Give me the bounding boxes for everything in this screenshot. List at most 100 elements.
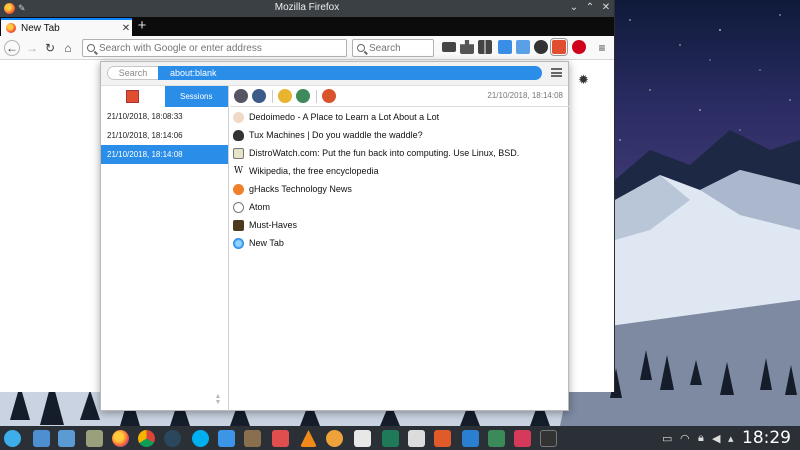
sidebar-addon-icon[interactable]	[498, 40, 512, 54]
back-icon[interactable]: ←	[4, 40, 20, 56]
system-monitor-icon[interactable]	[462, 430, 479, 447]
book-icon[interactable]	[382, 430, 399, 447]
vlc-icon[interactable]	[300, 430, 317, 447]
show-desktop-icon[interactable]: ▭	[662, 432, 672, 445]
url-bar[interactable]	[82, 39, 347, 57]
tab-new-tab[interactable]: New Tab ✕	[1, 18, 132, 36]
user-addon-icon[interactable]	[534, 40, 548, 54]
wifi-icon[interactable]: ◠	[680, 432, 690, 445]
taskbar: ▭ ◠ 🔒︎ ◀ ▴ 18:29	[0, 426, 800, 450]
list-item[interactable]: Tux Machines | Do you waddle the waddle?	[230, 126, 570, 144]
image-viewer-icon[interactable]	[488, 430, 505, 447]
firefox-icon	[6, 23, 16, 33]
network-app-icon[interactable]	[514, 430, 531, 447]
gimp-icon[interactable]	[244, 430, 261, 447]
layers-icon[interactable]	[234, 89, 248, 103]
list-item[interactable]: Must-Haves	[230, 216, 570, 234]
list-item[interactable]: Atom	[230, 198, 570, 216]
session-item[interactable]: 21/10/2018, 18:08:33	[101, 107, 228, 126]
session-manager-popup: Search about:blank Sessions 21/10/2018, …	[100, 61, 570, 411]
maximize-icon[interactable]: ⌃	[584, 2, 596, 14]
application-launcher-icon[interactable]	[4, 430, 21, 447]
list-item[interactable]: W Wikipedia, the free encyclopedia	[230, 162, 570, 180]
session-logo-icon	[126, 90, 140, 103]
tab-label: New Tab	[21, 22, 60, 34]
list-item[interactable]: Dedoimedo - A Place to Learn a Lot About…	[230, 108, 570, 126]
popup-url-field[interactable]: about:blank	[158, 66, 542, 80]
search-input[interactable]	[369, 42, 433, 54]
tab-title: DistroWatch.com: Put the fun back into c…	[249, 148, 520, 158]
tab-title: Dedoimedo - A Place to Learn a Lot About…	[249, 112, 440, 122]
popup-header: Search about:blank	[101, 62, 568, 86]
session-item-selected[interactable]: 21/10/2018, 18:14:08	[101, 145, 228, 164]
search-icon	[87, 44, 95, 52]
archive-icon[interactable]	[86, 430, 103, 447]
url-input[interactable]	[99, 42, 346, 54]
home-icon[interactable]: ⌂	[60, 40, 76, 56]
toolbar-divider	[272, 90, 273, 103]
tray-expand-icon[interactable]: ▴	[728, 432, 734, 445]
tab-sessions[interactable]: Sessions	[164, 86, 228, 107]
session-toolbar: 21/10/2018, 18:14:08	[230, 86, 570, 107]
session-panel-tabs: Sessions	[101, 86, 228, 107]
tab-saved[interactable]	[101, 86, 165, 107]
krita-icon[interactable]	[218, 430, 235, 447]
firefox-icon	[233, 237, 244, 249]
dedoimedo-icon	[233, 111, 244, 123]
volume-icon[interactable]: ◀	[712, 432, 720, 445]
close-tab-icon[interactable]: ✕	[120, 23, 132, 34]
session-list: 21/10/2018, 18:08:33 21/10/2018, 18:14:0…	[101, 107, 228, 164]
atom-icon	[233, 201, 244, 213]
extension-puzzle-icon[interactable]	[460, 40, 474, 54]
toolbar-divider	[316, 90, 317, 103]
lock-icon[interactable]: 🔒︎	[698, 432, 704, 445]
list-item[interactable]: gHacks Technology News	[230, 180, 570, 198]
ghacks-icon	[233, 183, 244, 195]
popup-menu-icon[interactable]	[551, 68, 562, 77]
media-icon[interactable]	[272, 430, 289, 447]
grid-addon-icon[interactable]	[478, 40, 492, 54]
firefox-taskbar-icon[interactable]	[112, 430, 129, 447]
croissant-icon[interactable]	[326, 430, 343, 447]
steam-icon[interactable]	[164, 430, 181, 447]
tab-title: Tux Machines | Do you waddle the waddle?	[249, 130, 423, 140]
search-icon	[357, 44, 365, 52]
session-manager-icon[interactable]	[550, 38, 568, 56]
print-icon[interactable]	[442, 42, 456, 52]
close-icon[interactable]: ✕	[600, 2, 612, 14]
title-bar[interactable]: ✎ Mozilla Firefox ⌄ ⌃ ✕	[0, 0, 614, 17]
tab-title: New Tab	[249, 238, 284, 248]
tab-title: Must-Haves	[249, 220, 298, 230]
gear-icon[interactable]: ✹	[578, 72, 589, 88]
session-list-panel: Sessions 21/10/2018, 18:08:33 21/10/2018…	[101, 86, 229, 411]
minimize-icon[interactable]: ⌄	[568, 2, 580, 14]
reload-icon[interactable]: ↻	[42, 40, 58, 56]
file-manager-icon[interactable]	[58, 430, 75, 447]
list-item[interactable]: DistroWatch.com: Put the fun back into c…	[230, 144, 570, 162]
new-tab-button[interactable]: +	[134, 18, 150, 34]
tab-addon-icon[interactable]	[516, 40, 530, 54]
windows-icon[interactable]	[252, 89, 266, 103]
folder-icon[interactable]	[33, 430, 50, 447]
terminal-icon[interactable]	[540, 430, 557, 447]
search-bar[interactable]	[352, 39, 434, 57]
chrome-icon[interactable]	[138, 430, 155, 447]
popup-search-field[interactable]: Search	[107, 66, 159, 80]
session-item[interactable]: 21/10/2018, 18:14:06	[101, 126, 228, 145]
tab-title: Atom	[249, 202, 271, 212]
star-icon[interactable]	[322, 89, 336, 103]
person-icon[interactable]	[278, 89, 292, 103]
list-item[interactable]: New Tab	[230, 234, 570, 252]
menu-icon[interactable]: ≡	[594, 40, 610, 56]
session-detail-panel: 21/10/2018, 18:14:08 Dedoimedo - A Place…	[230, 86, 570, 411]
skype-icon[interactable]	[192, 430, 209, 447]
wikipedia-icon: W	[233, 165, 244, 176]
pdf-icon[interactable]	[408, 430, 425, 447]
forward-icon[interactable]: →	[24, 40, 40, 56]
presentation-icon[interactable]	[434, 430, 451, 447]
clock[interactable]: 18:29	[742, 428, 791, 448]
adblock-stop-icon[interactable]	[572, 40, 586, 54]
recycle-icon[interactable]	[296, 89, 310, 103]
document-icon[interactable]	[354, 430, 371, 447]
sort-icon[interactable]: ▲ ▼	[214, 393, 222, 406]
